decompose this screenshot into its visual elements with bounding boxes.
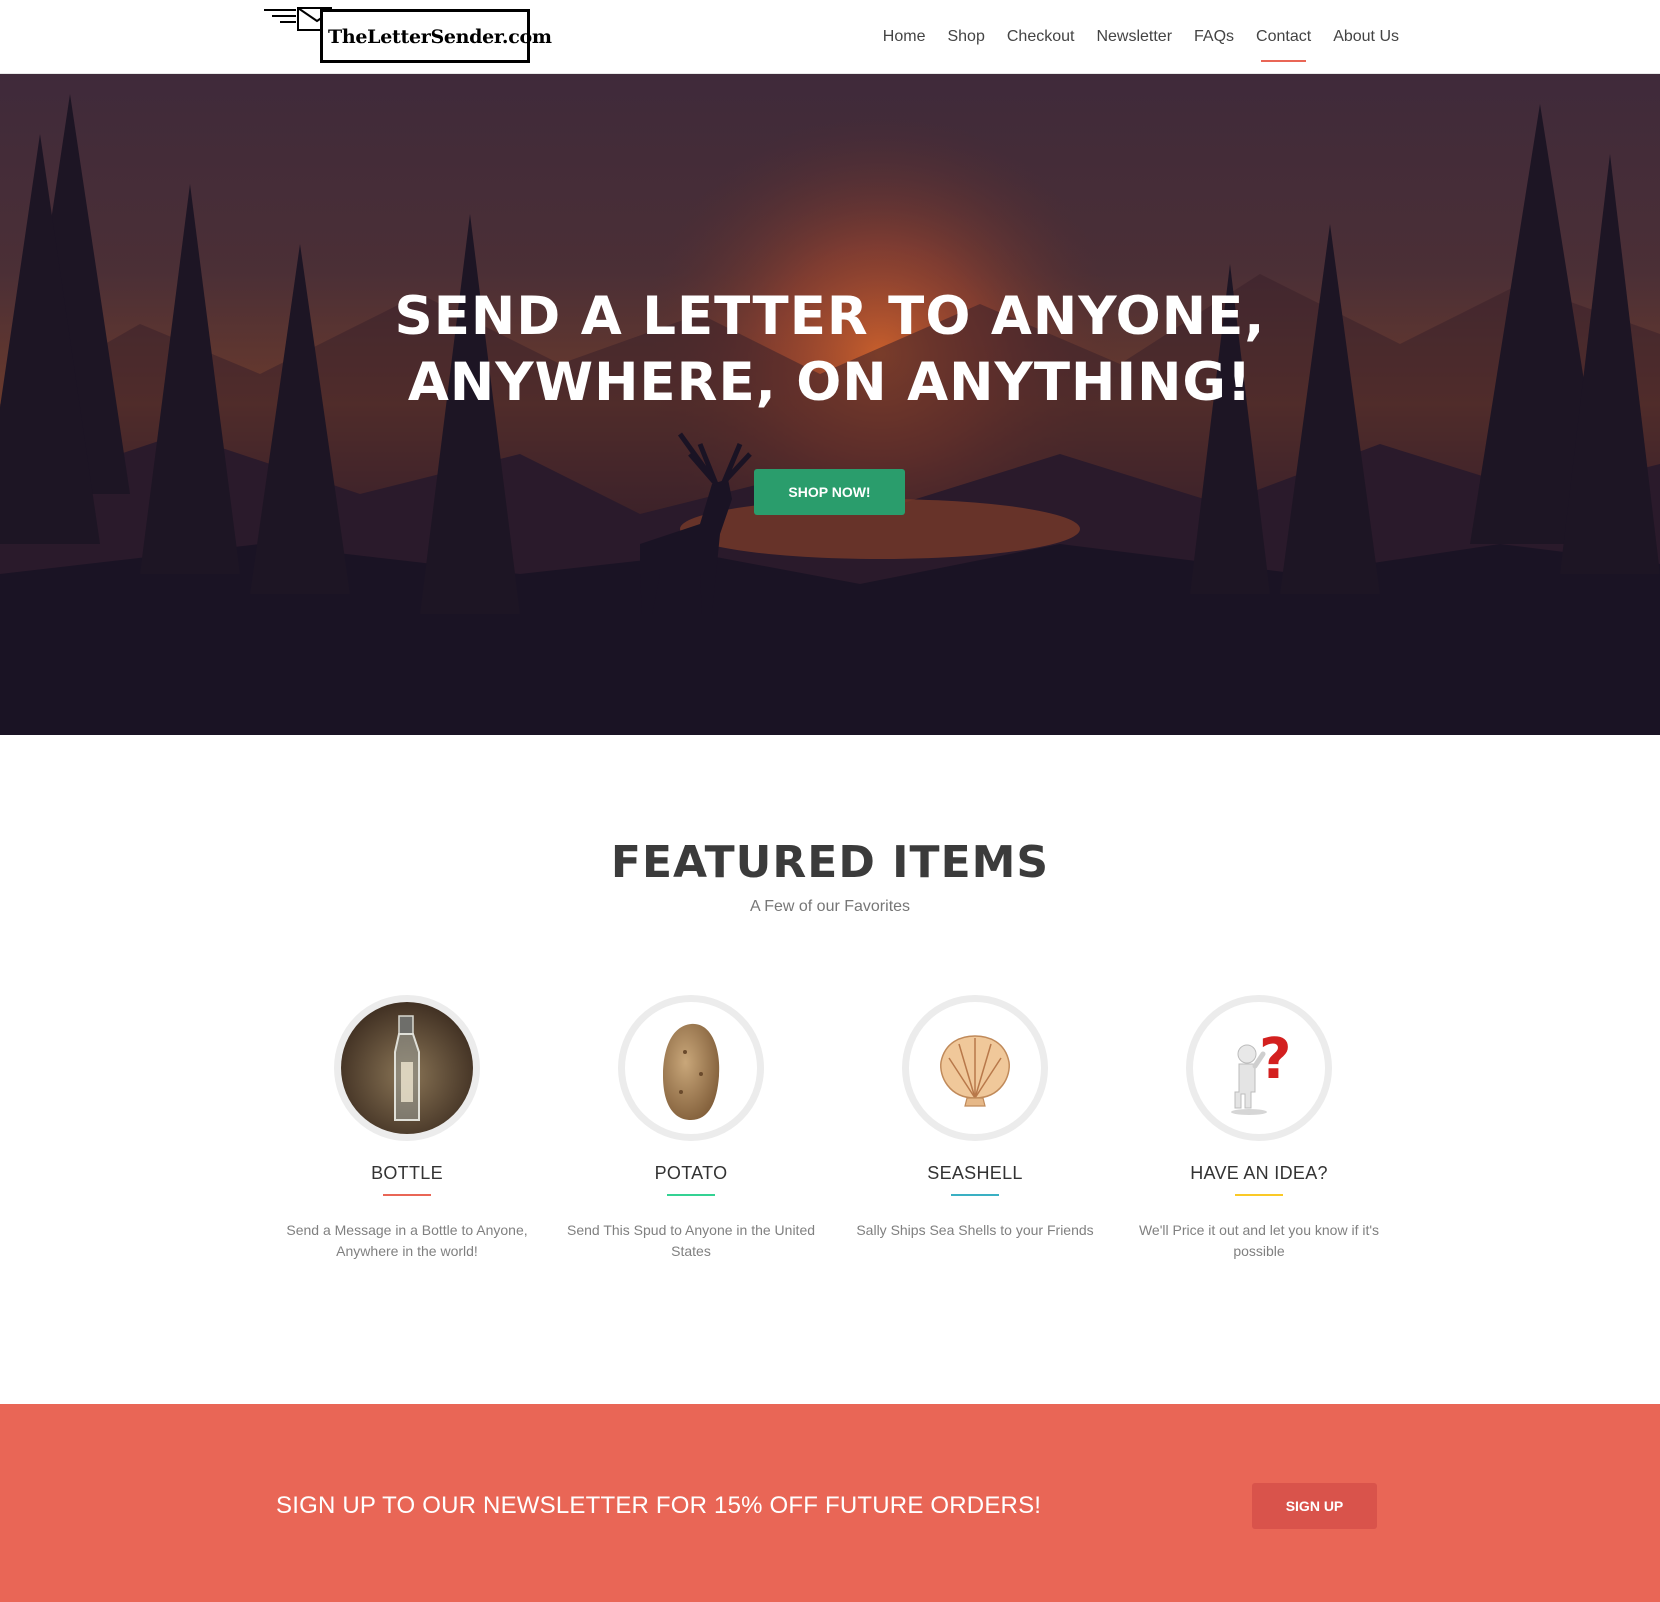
featured-item-seashell[interactable]: SEASHELL Sally Ships Sea Shells to your …: [833, 995, 1117, 1241]
nav-shop[interactable]: Shop: [946, 28, 985, 46]
bottle-image: [334, 995, 480, 1141]
seashell-image: [902, 995, 1048, 1141]
item-name: SEASHELL: [927, 1163, 1023, 1183]
item-underline: [667, 1194, 715, 1196]
site-logo[interactable]: TheLetterSender.com: [262, 6, 552, 68]
hero-title-line-1: SEND A LETTER TO ANYONE,: [394, 286, 1266, 347]
hero-title-line-2: ANYWHERE, ON ANYTHING!: [407, 352, 1253, 413]
item-underline: [951, 1194, 999, 1196]
newsletter-band: SIGN UP TO OUR NEWSLETTER FOR 15% OFF FU…: [0, 1404, 1660, 1602]
item-name: BOTTLE: [371, 1163, 443, 1183]
nav-home[interactable]: Home: [882, 28, 927, 46]
idea-image: ?: [1186, 995, 1332, 1141]
site-header: TheLetterSender.com Home Shop Checkout N…: [0, 0, 1660, 74]
nav-checkout[interactable]: Checkout: [1006, 28, 1076, 46]
item-description: We'll Price it out and let you know if i…: [1138, 1222, 1380, 1259]
logo-text: TheLetterSender.com: [328, 26, 552, 48]
potato-icon: [663, 1023, 720, 1120]
shop-now-button[interactable]: SHOP NOW!: [754, 469, 905, 515]
item-underline: [1235, 1194, 1283, 1196]
featured-item-bottle[interactable]: BOTTLE Send a Message in a Bottle to Any…: [265, 995, 549, 1262]
item-name: POTATO: [654, 1163, 728, 1183]
featured-title: FEATURED ITEMS: [610, 837, 1050, 888]
item-description: Send a Message in a Bottle to Anyone, An…: [286, 1222, 528, 1259]
potato-image: [618, 995, 764, 1141]
nav-newsletter[interactable]: Newsletter: [1095, 28, 1173, 46]
question-figure-icon: ?: [1231, 1027, 1291, 1115]
item-description: Send This Spud to Anyone in the United S…: [566, 1222, 816, 1259]
svg-text:?: ?: [1259, 1027, 1291, 1092]
seashell-icon: [940, 1035, 1010, 1107]
main-nav: Home Shop Checkout Newsletter FAQs Conta…: [882, 0, 1400, 74]
nav-contact[interactable]: Contact: [1255, 28, 1312, 62]
nav-about-us[interactable]: About Us: [1332, 28, 1400, 46]
item-underline: [383, 1194, 431, 1196]
sign-up-button[interactable]: SIGN UP: [1252, 1483, 1377, 1529]
bottle-icon: [341, 1002, 473, 1134]
featured-item-idea[interactable]: ? HAVE AN IDEA? We'll Price it out and l…: [1117, 995, 1401, 1262]
hero-title: SEND A LETTER TO ANYONE, ANYWHERE, ON AN…: [0, 284, 1660, 416]
newsletter-band-text: SIGN UP TO OUR NEWSLETTER FOR 15% OFF FU…: [276, 1492, 1042, 1519]
item-name: HAVE AN IDEA?: [1190, 1163, 1328, 1183]
featured-subtitle: A Few of our Favorites: [749, 898, 911, 915]
item-description: Sally Ships Sea Shells to your Friends: [856, 1222, 1094, 1238]
nav-faqs[interactable]: FAQs: [1193, 28, 1235, 46]
hero-section: SEND A LETTER TO ANYONE, ANYWHERE, ON AN…: [0, 74, 1660, 735]
featured-item-potato[interactable]: POTATO Send This Spud to Anyone in the U…: [549, 995, 833, 1262]
